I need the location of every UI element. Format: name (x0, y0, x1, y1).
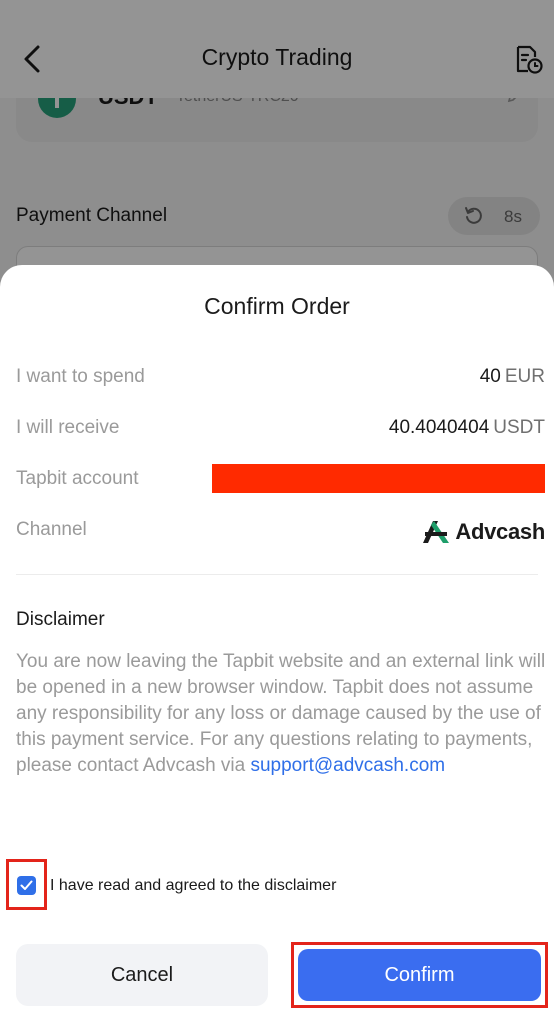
agree-checkbox[interactable] (17, 876, 36, 895)
confirm-button-highlight: Confirm (291, 942, 548, 1008)
receive-amount: 40.4040404 (388, 417, 490, 438)
confirm-button[interactable]: Confirm (298, 949, 541, 1001)
channel-name: Advcash (455, 519, 545, 544)
agree-checkbox-highlight (6, 859, 47, 910)
disclaimer-text: You are now leaving the Tapbit website a… (16, 649, 550, 779)
sheet-title: Confirm Order (204, 293, 350, 319)
channel-label: Channel (16, 519, 87, 540)
agree-label[interactable]: I have read and agreed to the disclaimer (50, 877, 336, 895)
support-email-link[interactable]: support@advcash.com (250, 755, 445, 776)
spend-label: I want to spend (16, 366, 145, 387)
spend-amount: 40 (479, 366, 501, 387)
receive-currency: USDT (493, 417, 545, 438)
receive-value: 40.4040404 USDT (389, 417, 545, 439)
receive-label: I will receive (16, 417, 120, 438)
cancel-button[interactable]: Cancel (16, 944, 268, 1006)
account-label: Tapbit account (16, 468, 139, 489)
confirm-order-sheet: Confirm Order I want to spend 40 EUR I wi… (0, 265, 554, 1020)
check-icon (20, 880, 33, 890)
spend-currency: EUR (504, 366, 545, 387)
redacted-account-value (212, 464, 545, 493)
spend-value: 40 EUR (480, 366, 545, 388)
divider (16, 574, 538, 575)
advcash-logo-icon (423, 521, 450, 543)
advcash-brand: Advcash (421, 518, 545, 546)
disclaimer-title: Disclaimer (16, 609, 105, 630)
